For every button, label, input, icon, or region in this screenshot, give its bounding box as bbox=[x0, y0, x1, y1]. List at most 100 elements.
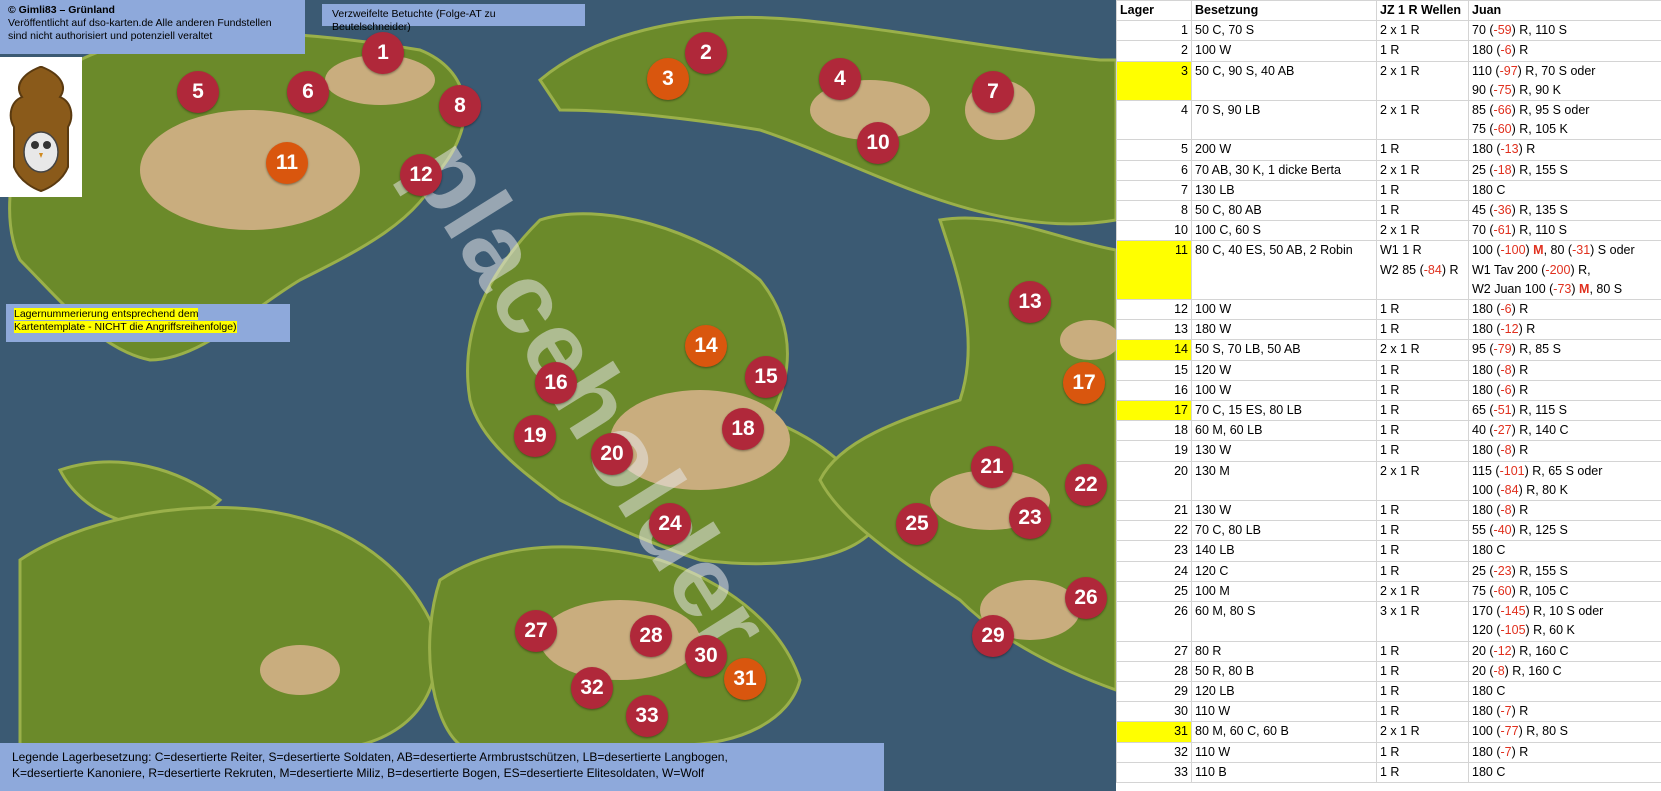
cell-juan: 180 (-7) R bbox=[1468, 741, 1661, 763]
cell-lager: 6 bbox=[1116, 159, 1192, 181]
camp-marker-5: 5 bbox=[177, 71, 219, 113]
wellen-line: 1 R bbox=[1380, 43, 1400, 58]
camp-marker-14: 14 bbox=[685, 325, 727, 367]
cell-wellen: 1 R bbox=[1376, 299, 1469, 321]
cell-lager: 23 bbox=[1116, 540, 1192, 562]
cell-wellen: 1 R bbox=[1376, 500, 1469, 522]
cell-juan: 180 C bbox=[1468, 680, 1661, 703]
camp-marker-11: 11 bbox=[266, 142, 308, 184]
juan-line: 75 (-60) R, 105 C bbox=[1472, 583, 1569, 598]
wellen-line: W2 85 (-84) R bbox=[1380, 262, 1459, 277]
juan-line: 110 (-97) R, 70 S oder bbox=[1472, 63, 1596, 78]
juan-line: 120 (-105) R, 60 K bbox=[1472, 623, 1575, 638]
table-row: 10 100 C, 60 S2 x 1 R 70 (-61) R, 110 S bbox=[1116, 220, 1661, 242]
cell-besetzung: 180 W bbox=[1191, 319, 1377, 341]
cell-besetzung: 110 W bbox=[1191, 701, 1377, 723]
wellen-line: 1 R bbox=[1380, 322, 1400, 337]
loss-value: -6 bbox=[1500, 43, 1512, 58]
juan-line: 180 (-6) R bbox=[1472, 302, 1529, 317]
wellen-line: 1 R bbox=[1380, 503, 1400, 518]
cell-wellen: 1 R bbox=[1376, 701, 1469, 723]
loss-value: -105 bbox=[1500, 623, 1526, 638]
loss-value: -12 bbox=[1500, 322, 1519, 337]
wellen-line: 2 x 1 R bbox=[1380, 23, 1420, 38]
camp-marker-31: 31 bbox=[724, 658, 766, 700]
wellen-line: 1 R bbox=[1380, 764, 1400, 779]
cell-lager: 17 bbox=[1116, 400, 1192, 422]
juan-line: 180 (-7) R bbox=[1472, 704, 1529, 719]
cell-wellen: 2 x 1 R bbox=[1376, 460, 1469, 502]
loss-value: -31 bbox=[1572, 243, 1591, 258]
cell-lager: 16 bbox=[1116, 379, 1192, 402]
cell-besetzung: 100 M bbox=[1191, 580, 1377, 603]
cell-lager: 14 bbox=[1116, 339, 1192, 361]
camp-marker-4: 4 bbox=[819, 58, 861, 100]
wellen-line: 1 R bbox=[1380, 663, 1400, 678]
loss-value: -40 bbox=[1493, 523, 1512, 538]
loss-value: -79 bbox=[1493, 342, 1512, 357]
cell-lager: 20 bbox=[1116, 460, 1192, 502]
cell-lager: 22 bbox=[1116, 520, 1192, 542]
cell-lager: 18 bbox=[1116, 420, 1192, 442]
cell-besetzung: 100 W bbox=[1191, 40, 1377, 62]
wellen-line: 2 x 1 R bbox=[1380, 103, 1420, 118]
camp-marker-23: 23 bbox=[1009, 497, 1051, 539]
table-row: 15 120 W1 R 180 (-8) R bbox=[1116, 359, 1661, 381]
legend: Legende Lagerbesetzung: C=desertierte Re… bbox=[0, 743, 884, 791]
cell-lager: 2 bbox=[1116, 40, 1192, 62]
cell-besetzung: 130 M bbox=[1191, 460, 1377, 502]
camp-marker-6: 6 bbox=[287, 71, 329, 113]
map-panel: placeholder 1 2 3 4 5 6 7 8 10 11 12 13 14 15 16 17 18 19… bbox=[0, 0, 1116, 791]
loss-value: -8 bbox=[1500, 503, 1512, 518]
camp-marker-2: 2 bbox=[685, 32, 727, 74]
cell-lager: 31 bbox=[1116, 721, 1192, 743]
loss-value: -200 bbox=[1545, 262, 1571, 277]
credit-line: © Gimli83 – Grünland bbox=[8, 4, 115, 16]
loss-value: -8 bbox=[1493, 663, 1505, 678]
juan-line: 25 (-23) R, 155 S bbox=[1472, 563, 1568, 578]
camp-marker-29: 29 bbox=[972, 615, 1014, 657]
cell-besetzung: 80 R bbox=[1191, 640, 1377, 662]
militia-mark: M bbox=[1533, 243, 1544, 258]
credit-box: © Gimli83 – Grünland Veröffentlicht auf … bbox=[0, 0, 305, 54]
cell-wellen: W1 1 R W2 85 (-84) R bbox=[1376, 240, 1469, 301]
cell-wellen: 2 x 1 R bbox=[1376, 60, 1469, 102]
table-row: 21 130 W1 R 180 (-8) R bbox=[1116, 500, 1661, 522]
cell-besetzung: 130 W bbox=[1191, 500, 1377, 522]
loss-value: -97 bbox=[1499, 63, 1518, 78]
table-row: 23 140 LB 1 R 180 C bbox=[1116, 540, 1661, 562]
cell-lager: 27 bbox=[1116, 640, 1192, 662]
cell-besetzung: 100 C, 60 S bbox=[1191, 220, 1377, 242]
loss-value: -7 bbox=[1500, 704, 1512, 719]
loss-value: -6 bbox=[1500, 302, 1512, 317]
loss-value: -75 bbox=[1493, 82, 1512, 97]
cell-wellen: 1 R bbox=[1376, 640, 1469, 662]
cell-besetzung: 80 C, 40 ES, 50 AB, 2 Robin bbox=[1191, 240, 1377, 301]
juan-line: 180 C bbox=[1472, 182, 1506, 197]
camp-marker-18: 18 bbox=[722, 408, 764, 450]
legend-line: K=desertierte Kanoniere, R=desertierte R… bbox=[12, 766, 705, 780]
table-row: 29 120 LB 1 R 180 C bbox=[1116, 680, 1661, 703]
juan-line: 85 (-66) R, 95 S oder bbox=[1472, 103, 1590, 118]
crest-logo bbox=[0, 57, 82, 197]
table-row: 3 50 C, 90 S, 40 AB 2 x 1 R 110 (-97) R, 70… bbox=[1116, 60, 1661, 102]
loss-value: -8 bbox=[1500, 362, 1512, 377]
cell-lager: 8 bbox=[1116, 200, 1192, 222]
wellen-line: 1 R bbox=[1380, 423, 1400, 438]
loss-value: -59 bbox=[1493, 23, 1512, 38]
cell-wellen: 2 x 1 R bbox=[1376, 100, 1469, 141]
cell-juan: 20 (-12) R, 160 C bbox=[1468, 640, 1661, 662]
juan-line: 180 (-6) R bbox=[1472, 43, 1529, 58]
table-row: 32 110 W1 R 180 (-7) R bbox=[1116, 741, 1661, 763]
cell-juan: 170 (-145) R, 10 S oder 120 (-105) R, 60 … bbox=[1468, 601, 1661, 642]
cell-juan: 40 (-27) R, 140 C bbox=[1468, 420, 1661, 442]
juan-line: 180 C bbox=[1472, 683, 1506, 698]
cell-besetzung: 80 M, 60 C, 60 B bbox=[1191, 721, 1377, 743]
cell-besetzung: 200 W bbox=[1191, 139, 1377, 161]
juan-line: 180 (-8) R bbox=[1472, 362, 1529, 377]
loss-value: -84 bbox=[1500, 482, 1519, 497]
camp-marker-16: 16 bbox=[535, 362, 577, 404]
wellen-line: W1 1 R bbox=[1380, 243, 1422, 258]
camp-table: Lager Besetzung JZ 1 R Wellen Juan 1 50 C… bbox=[1116, 0, 1661, 783]
column-header-besetzung: Besetzung bbox=[1191, 0, 1377, 22]
